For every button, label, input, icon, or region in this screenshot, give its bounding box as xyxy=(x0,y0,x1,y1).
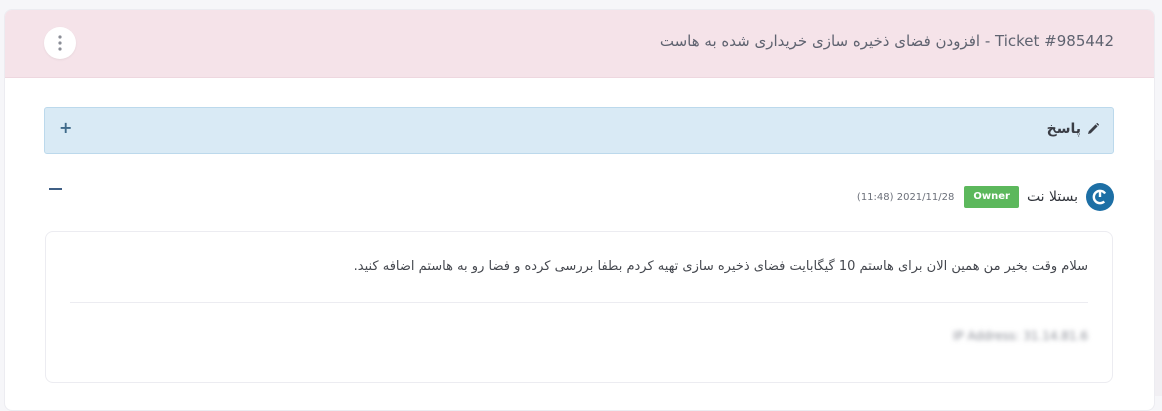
ticket-card: Ticket #985442 - افزودن فضای ذخیره سازی … xyxy=(4,9,1155,411)
avatar xyxy=(1086,183,1114,211)
collapse-message-icon[interactable] xyxy=(49,188,62,190)
message-header: بستلا نت Owner (11:48) 2021/11/28 xyxy=(857,183,1114,211)
kebab-menu-icon xyxy=(58,35,62,51)
expand-reply-icon[interactable]: + xyxy=(59,118,72,138)
reply-label: پاسخ xyxy=(1046,121,1081,137)
author-name: بستلا نت xyxy=(1026,189,1078,205)
more-options-button[interactable] xyxy=(44,27,76,59)
message-text: سلام وقت بخیر من همین الان برای هاستم 10… xyxy=(353,259,1088,274)
reply-title: پاسخ xyxy=(1047,121,1099,137)
reply-panel-header[interactable]: + پاسخ xyxy=(44,107,1114,154)
message-body: سلام وقت بخیر من همین الان برای هاستم 10… xyxy=(45,231,1113,383)
ticket-title: Ticket #985442 - افزودن فضای ذخیره سازی … xyxy=(659,32,1114,50)
message-timestamp: (11:48) 2021/11/28 xyxy=(856,191,955,203)
owner-badge: Owner xyxy=(964,186,1019,208)
message-divider xyxy=(70,302,1088,303)
ip-address: IP Address: 31.14.81.6 xyxy=(952,329,1088,343)
pencil-icon xyxy=(1087,123,1099,135)
ticket-header: Ticket #985442 - افزودن فضای ذخیره سازی … xyxy=(5,10,1154,78)
